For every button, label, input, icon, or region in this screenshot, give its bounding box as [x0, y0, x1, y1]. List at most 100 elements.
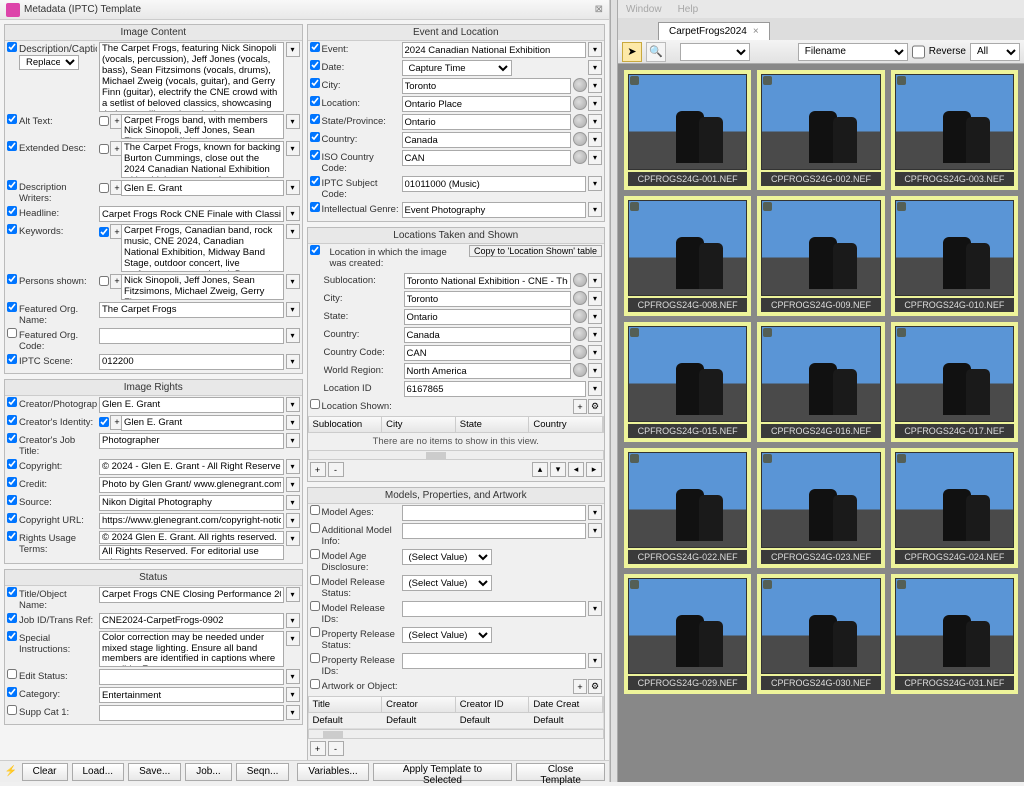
chk-rights[interactable] — [7, 531, 17, 541]
add-btn[interactable]: + — [310, 462, 326, 477]
prop-status-select[interactable]: (Select Value) — [402, 627, 492, 643]
chk-rel-status[interactable] — [310, 575, 320, 585]
caret[interactable] — [286, 687, 300, 702]
caret[interactable] — [286, 477, 300, 492]
genre-input[interactable] — [402, 202, 587, 218]
add-btn[interactable]: + — [310, 741, 326, 756]
chk-subj-code[interactable] — [310, 176, 320, 186]
caret[interactable] — [588, 273, 602, 288]
zoom-tool-icon[interactable]: 🔍 — [646, 42, 666, 62]
chk-headline[interactable] — [7, 206, 17, 216]
city-input[interactable] — [402, 78, 572, 94]
caret[interactable] — [588, 132, 602, 147]
thumbnail[interactable]: CPFROGS24G-016.NEF — [757, 322, 884, 442]
caret[interactable] — [286, 180, 300, 195]
chk-age-disc[interactable] — [310, 549, 320, 559]
sort-select[interactable]: Filename — [798, 43, 908, 61]
caret[interactable] — [286, 415, 300, 430]
caret[interactable] — [286, 631, 300, 646]
description-textarea[interactable]: The Carpet Frogs, featuring Nick Sinopol… — [99, 42, 284, 112]
pointer-tool-icon[interactable]: ➤ — [622, 42, 642, 62]
copyright-input[interactable] — [99, 459, 284, 475]
thumbnail[interactable]: CPFROGS24G-010.NEF — [891, 196, 1018, 316]
chk-credit[interactable] — [7, 477, 17, 487]
thumbnail[interactable]: CPFROGS24G-003.NEF — [891, 70, 1018, 190]
ext-textarea[interactable]: The Carpet Frogs, known for backing Burt… — [121, 141, 284, 178]
job-button[interactable]: Job... — [185, 763, 231, 781]
special-textarea[interactable]: Color correction may be needed under mix… — [99, 631, 284, 668]
caret[interactable] — [588, 327, 602, 342]
creator-input[interactable] — [99, 397, 284, 413]
caret[interactable]: ◂ — [568, 462, 584, 477]
persons-textarea[interactable]: Nick Sinopoli, Jeff Jones, Sean Fitzsimo… — [121, 274, 284, 300]
caret[interactable]: ▾ — [550, 462, 566, 477]
gear-icon[interactable]: ⚙ — [588, 399, 602, 414]
chk-alt[interactable] — [7, 114, 17, 124]
thumbnail[interactable]: CPFROGS24G-022.NEF — [624, 448, 751, 568]
bolt-icon[interactable]: ⚡ — [4, 765, 18, 779]
chk-prop-status[interactable] — [310, 627, 320, 637]
chk-ci-extra[interactable] — [99, 417, 109, 427]
rights-input-1[interactable] — [99, 531, 284, 544]
caret[interactable] — [286, 531, 300, 546]
sublocation-input[interactable] — [404, 273, 572, 289]
copyright-url-input[interactable] — [99, 513, 284, 529]
chk-ext-extra[interactable] — [99, 144, 109, 154]
chk-persons[interactable] — [7, 274, 17, 284]
thumbnail[interactable]: CPFROGS24G-023.NEF — [757, 448, 884, 568]
chk-job-id[interactable] — [7, 613, 17, 623]
caret[interactable] — [588, 114, 602, 129]
caret[interactable] — [588, 176, 602, 191]
chk-writers[interactable] — [7, 180, 17, 190]
variables-button[interactable]: Variables... — [297, 763, 368, 781]
chk-supp[interactable] — [7, 705, 17, 715]
load-button[interactable]: Load... — [72, 763, 125, 781]
rights-input-2[interactable]: All Rights Reserved. For editorial use r… — [99, 545, 284, 560]
chk-special[interactable] — [7, 631, 17, 641]
caret[interactable] — [286, 513, 300, 528]
age-disc-select[interactable]: (Select Value) — [402, 549, 492, 565]
close-icon[interactable]: ⊠ — [595, 4, 603, 15]
caret[interactable] — [588, 96, 602, 111]
model-ages-input[interactable] — [402, 505, 587, 521]
menu-help[interactable]: Help — [678, 4, 699, 15]
caret[interactable] — [286, 669, 300, 684]
thumbnail[interactable]: CPFROGS24G-002.NEF — [757, 70, 884, 190]
thumbnail[interactable]: CPFROGS24G-029.NEF — [624, 574, 751, 694]
apply-button[interactable]: Apply Template to Selected — [373, 763, 513, 781]
chk-model-ages[interactable] — [310, 505, 320, 515]
creator-id-input[interactable] — [121, 415, 284, 431]
tab-folder[interactable]: CarpetFrogs2024 × — [658, 22, 770, 40]
desc-mode-select[interactable]: Replace — [19, 55, 79, 70]
globe-icon[interactable] — [573, 291, 587, 305]
save-button[interactable]: Save... — [128, 763, 181, 781]
city2-input[interactable] — [404, 291, 572, 307]
event-input[interactable] — [402, 42, 587, 58]
add-model-input[interactable] — [402, 523, 587, 539]
thumbnail[interactable]: CPFROGS24G-008.NEF — [624, 196, 751, 316]
country2-input[interactable] — [404, 327, 572, 343]
chk-title-obj[interactable] — [7, 587, 17, 597]
globe-icon[interactable] — [573, 273, 587, 287]
rel-ids-input[interactable] — [402, 601, 587, 617]
caret[interactable] — [286, 495, 300, 510]
writers-input[interactable] — [121, 180, 284, 196]
job-id-input[interactable] — [99, 613, 284, 629]
caret[interactable] — [286, 705, 300, 720]
chk-loc-shown[interactable] — [310, 399, 320, 409]
country-input[interactable] — [402, 132, 572, 148]
chk-creator[interactable] — [7, 397, 17, 407]
globe-icon[interactable] — [573, 363, 587, 377]
thumbnail[interactable]: CPFROGS24G-024.NEF — [891, 448, 1018, 568]
chk-country[interactable] — [310, 132, 320, 142]
chk-rel-ids[interactable] — [310, 601, 320, 611]
chk-w-extra[interactable] — [99, 183, 109, 193]
chk-artwork[interactable] — [310, 679, 320, 689]
chk-loc-created[interactable] — [310, 245, 320, 255]
globe-icon[interactable] — [573, 327, 587, 341]
chk-copyright-url[interactable] — [7, 513, 17, 523]
chk-org-code[interactable] — [7, 328, 17, 338]
caret[interactable] — [286, 613, 300, 628]
caret[interactable] — [286, 459, 300, 474]
location-input[interactable] — [402, 96, 572, 112]
